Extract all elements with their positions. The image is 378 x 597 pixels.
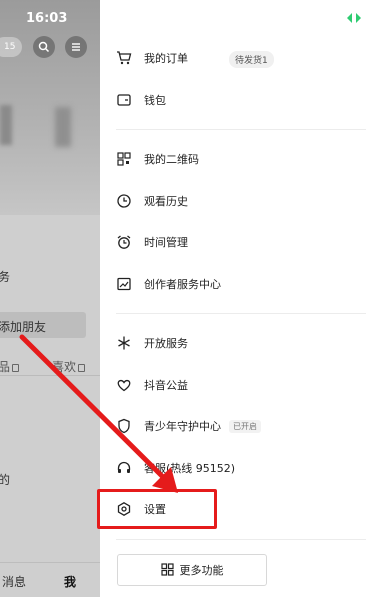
heart-hand-icon — [116, 377, 132, 393]
qrcode-icon — [116, 151, 132, 167]
lock-icon — [78, 363, 86, 372]
service-row-text: 务 — [0, 270, 11, 284]
menu-item-time-management[interactable]: 时间管理 — [116, 230, 188, 254]
divider — [116, 539, 366, 540]
menu-item-charity[interactable]: 抖音公益 — [116, 373, 188, 397]
avatar-blur — [0, 105, 12, 145]
menu-item-label: 开放服务 — [144, 337, 188, 350]
divider — [116, 313, 366, 314]
status-time: 16:03 — [26, 11, 68, 26]
search-icon — [38, 41, 50, 53]
alarm-icon — [116, 234, 132, 250]
menu-item-qrcode[interactable]: 我的二维码 — [116, 147, 199, 171]
star-burst-icon — [116, 335, 132, 351]
visitor-pill[interactable]: 15 — [0, 37, 22, 57]
shield-icon — [116, 418, 132, 434]
menu-item-orders[interactable]: 我的订单 — [116, 46, 188, 70]
menu-button[interactable] — [65, 36, 87, 58]
menu-item-label: 青少年守护中心 — [144, 420, 221, 433]
lock-icon — [12, 363, 20, 372]
wallet-icon — [116, 92, 132, 108]
cart-icon — [116, 50, 132, 66]
clock-icon — [116, 193, 132, 209]
tab-likes[interactable]: 喜欢 — [52, 358, 86, 375]
menu-item-customer-service[interactable]: 客服(热线 95152) — [116, 456, 235, 480]
menu-item-label: 创作者服务中心 — [144, 278, 221, 291]
visitor-count: 15 — [4, 42, 16, 52]
menu-item-wallet[interactable]: 钱包 — [116, 88, 166, 112]
content-text: 的 — [0, 473, 11, 487]
menu-icon — [72, 43, 80, 51]
menu-item-label: 我的订单 — [144, 52, 188, 65]
profile-header — [0, 0, 100, 215]
menu-item-label: 我的二维码 — [144, 153, 199, 166]
grid-icon — [160, 561, 174, 580]
menu-item-creator-center[interactable]: 创作者服务中心 — [116, 272, 221, 296]
tab-messages[interactable]: 消息 — [2, 573, 26, 590]
more-features-button[interactable]: 更多功能 — [117, 554, 267, 586]
tab-divider — [0, 375, 100, 376]
headset-icon — [116, 460, 132, 476]
tab-me[interactable]: 我 — [64, 573, 76, 590]
chart-icon — [116, 276, 132, 292]
tab-works-partial[interactable]: 品 — [0, 358, 20, 375]
menu-item-label: 客服(热线 95152) — [144, 462, 236, 475]
menu-item-youth-center[interactable]: 青少年守护中心 已开启 — [116, 414, 261, 438]
menu-item-label: 观看历史 — [144, 195, 188, 208]
order-status-badge: 待发货1 — [229, 51, 274, 68]
menu-item-history[interactable]: 观看历史 — [116, 189, 188, 213]
menu-item-label: 时间管理 — [144, 236, 188, 249]
menu-item-open-services[interactable]: 开放服务 — [116, 331, 188, 355]
add-friend-label: 添加朋友 — [0, 320, 47, 334]
divider — [116, 129, 366, 130]
status-badge: 已开启 — [229, 419, 261, 433]
more-features-label: 更多功能 — [179, 564, 224, 577]
bottom-tab-bar: 消息 我 — [0, 562, 100, 597]
settings-highlight-box — [97, 489, 217, 529]
menu-item-label: 抖音公益 — [144, 379, 188, 392]
menu-item-label: 钱包 — [144, 94, 166, 107]
profile-page-dimmed: 16:03 15 务 添加朋友 品 喜欢 的 消息 我 — [0, 0, 100, 597]
stat-blur — [55, 107, 71, 147]
search-button[interactable] — [33, 36, 55, 58]
expand-icon[interactable] — [346, 12, 362, 24]
